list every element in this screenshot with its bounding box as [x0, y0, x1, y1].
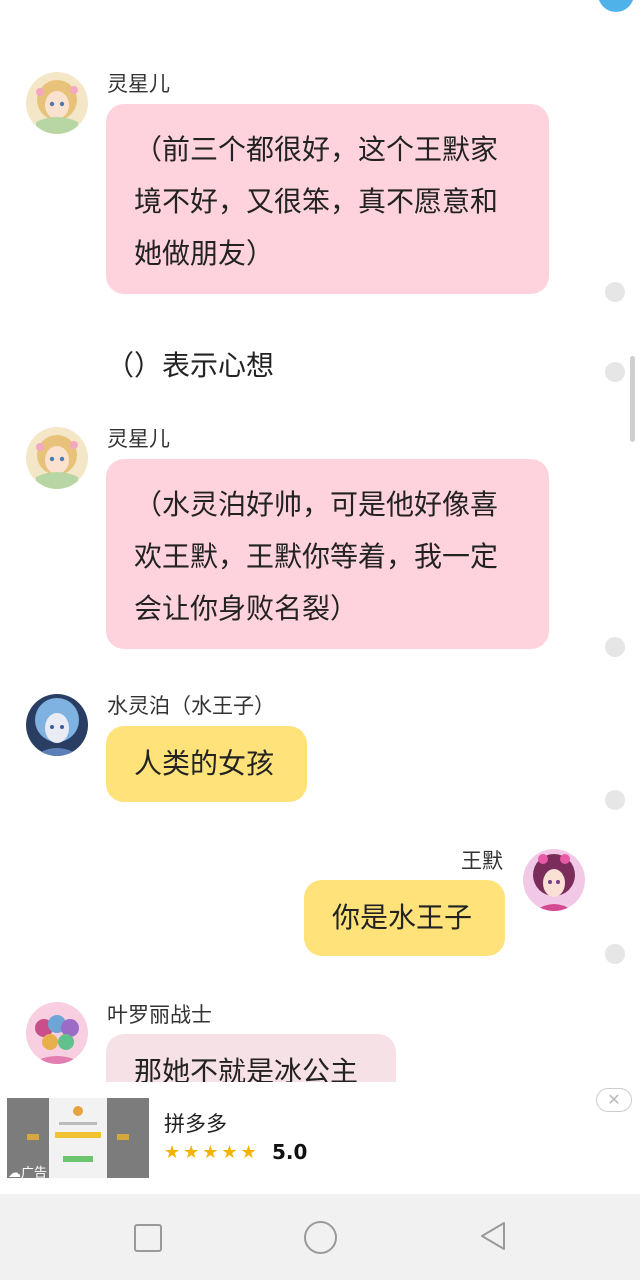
- chat-area[interactable]: 灵星儿 （前三个都很好，这个王默家 境不好，又很笨，真不愿意和 她做朋友） （）…: [0, 0, 640, 1082]
- star-rating: ★★★★★: [164, 1142, 260, 1163]
- message-select-radio[interactable]: [605, 282, 625, 302]
- message-bubble[interactable]: 人类的女孩: [106, 726, 307, 802]
- sender-name: 叶罗丽战士: [107, 1003, 212, 1027]
- anime-girl-blonde-avatar: [26, 427, 88, 489]
- message-bubble[interactable]: （水灵泊好帅，可是他好像喜 欢王默，王默你等着，我一定 会让你身败名裂）: [106, 459, 549, 649]
- message-bubble[interactable]: 那她不就是冰公主: [106, 1034, 396, 1082]
- message-bubble[interactable]: （前三个都很好，这个王默家 境不好，又很笨，真不愿意和 她做朋友）: [106, 104, 549, 294]
- rating-score: 5.0: [272, 1140, 308, 1164]
- close-icon[interactable]: ✕: [596, 1088, 632, 1112]
- sender-name: 灵星儿: [107, 72, 170, 96]
- message-bubble[interactable]: 你是水王子: [304, 880, 505, 956]
- message-line: （前三个都很好，这个王默家: [134, 133, 499, 166]
- message-select-radio[interactable]: [605, 637, 625, 657]
- message-select-radio[interactable]: [605, 790, 625, 810]
- avatar[interactable]: [26, 1002, 88, 1064]
- avatar[interactable]: [26, 694, 88, 756]
- cloud-icon: ☁: [8, 1166, 21, 1181]
- message-line: （水灵泊好帅，可是他好像喜: [134, 488, 499, 521]
- message-text: 人类的女孩: [134, 747, 275, 780]
- narration-text: （）表示心想: [106, 349, 275, 382]
- message-text: 你是水王子: [332, 901, 473, 934]
- system-navigation-bar: [0, 1194, 640, 1280]
- sender-name: 水灵泊（水王子）: [107, 694, 275, 718]
- ad-banner[interactable]: [0, 1082, 640, 1194]
- ad-label: ☁广告: [8, 1166, 48, 1181]
- water-prince-avatar: [26, 694, 88, 756]
- avatar[interactable]: [523, 849, 585, 911]
- scrollbar[interactable]: [630, 356, 635, 442]
- back-icon[interactable]: [478, 1220, 508, 1252]
- message-line: 会让你身败名裂）: [134, 592, 359, 625]
- ad-title[interactable]: 拼多多: [164, 1108, 227, 1138]
- message-line: 她做朋友）: [134, 237, 275, 270]
- avatar[interactable]: [26, 427, 88, 489]
- sender-name: 灵星儿: [107, 427, 170, 451]
- pink-hair-girl-avatar: [523, 849, 585, 911]
- message-text: 那她不就是冰公主: [134, 1055, 359, 1082]
- recent-apps-icon[interactable]: [134, 1224, 162, 1252]
- message-line: 境不好，又很笨，真不愿意和: [134, 185, 499, 218]
- message-line: 欢王默，王默你等着，我一定: [134, 540, 499, 573]
- message-select-radio[interactable]: [605, 944, 625, 964]
- home-icon[interactable]: [304, 1221, 337, 1254]
- sender-name: 王默: [461, 849, 503, 873]
- avatar[interactable]: [26, 72, 88, 134]
- floating-action-button[interactable]: [598, 0, 634, 12]
- message-select-radio[interactable]: [605, 362, 625, 382]
- anime-girl-blonde-avatar: [26, 72, 88, 134]
- group-fairies-avatar: [26, 1002, 88, 1064]
